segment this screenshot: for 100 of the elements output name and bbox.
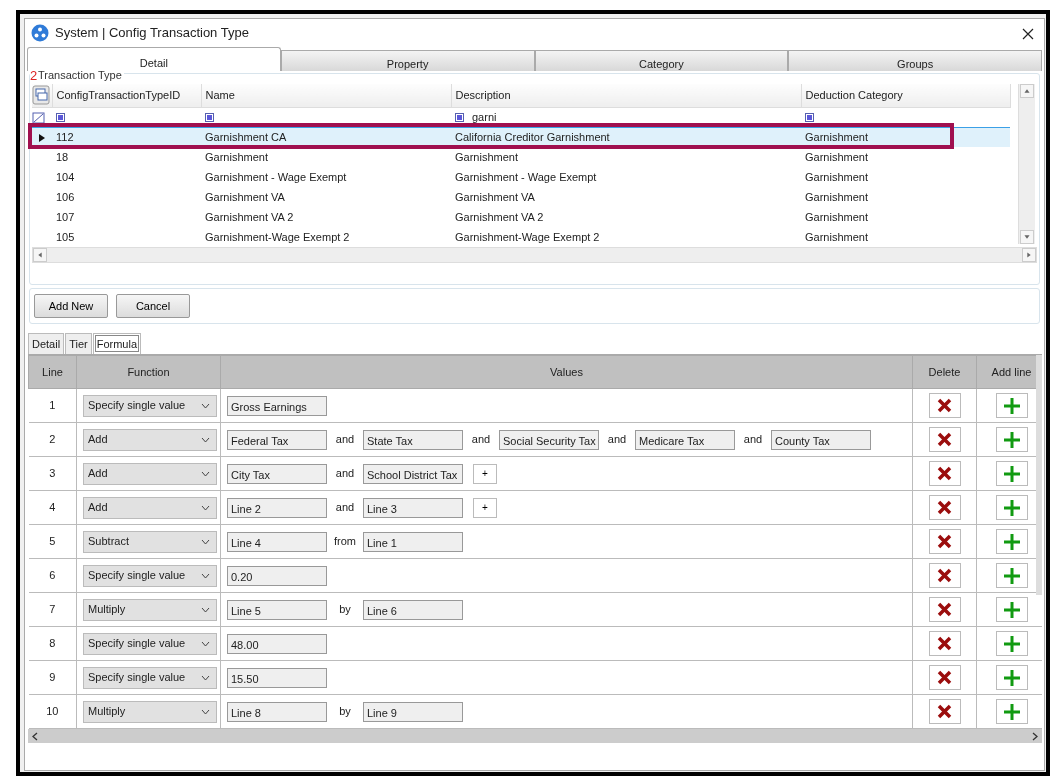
operator-text: and [334,500,356,516]
add-line-button[interactable] [995,529,1028,554]
add-line-button[interactable] [995,393,1028,418]
column-header[interactable]: Name [201,84,451,107]
table-row[interactable]: 104 Garnishment - Wage Exempt Garnishment - Wage Exempt Garnishment [32,167,1010,187]
delete-icon [937,466,952,481]
delete-button[interactable] [928,597,961,622]
delete-button[interactable] [928,529,961,554]
table-row[interactable]: 105 Garnishment-Wage Exempt 2 Garnishment-Wage Exempt 2 Garnishment [32,227,1010,247]
function-dropdown[interactable]: Specify single value [83,666,217,689]
table-row[interactable]: 107 Garnishment VA 2 Garnishment VA 2 Garnishment [32,207,1010,227]
add-line-button[interactable] [995,427,1028,452]
button[interactable]: Cancel [116,293,190,319]
value-field[interactable]: County Tax [771,429,871,450]
add-line-button[interactable] [995,665,1028,690]
value-field[interactable]: Line 3 [363,497,463,518]
scroll-down-icon[interactable] [1020,230,1034,244]
value-field[interactable]: Medicare Tax [635,429,735,450]
filter-icon[interactable] [805,113,814,123]
column-header[interactable]: Description [451,84,801,107]
tab[interactable]: Detail [27,47,281,71]
function-dropdown[interactable]: Add [83,496,217,519]
scroll-left-icon[interactable] [32,731,38,741]
function-dropdown[interactable]: Subtract [83,530,217,553]
chevron-down-icon [201,504,210,511]
add-value-button[interactable]: + [473,497,497,518]
value-field[interactable]: Gross Earnings [227,395,327,416]
button[interactable]: Add New [34,293,108,319]
function-dropdown[interactable]: Add [83,428,217,451]
filter-icon[interactable] [56,113,65,123]
value-field[interactable]: Line 8 [227,701,327,722]
table-row[interactable]: 18 Garnishment Garnishment Garnishment [32,147,1010,167]
tab[interactable]: Property [280,50,535,71]
delete-button[interactable] [928,393,961,418]
delete-icon [937,602,952,617]
column-chooser-icon[interactable] [32,85,50,106]
filter-icon[interactable] [205,113,214,123]
add-line-button[interactable] [995,631,1028,656]
function-dropdown[interactable]: Add [83,462,217,485]
add-line-button[interactable] [995,461,1028,486]
window-title: System | Config Transaction Type [55,24,249,43]
row-pointer-icon [38,133,46,144]
function-dropdown[interactable]: Multiply [83,598,217,621]
chevron-down-icon [201,572,210,579]
add-line-button[interactable] [995,699,1028,724]
column-header[interactable]: ConfigTransactionTypeID [52,84,201,107]
delete-button[interactable] [928,699,961,724]
function-dropdown[interactable]: Specify single value [83,564,217,587]
value-field[interactable]: Line 1 [363,531,463,552]
delete-button[interactable] [928,665,961,690]
value-field[interactable]: 0.20 [227,565,327,586]
value-field[interactable]: Line 6 [363,599,463,620]
function-dropdown[interactable]: Multiply [83,700,217,723]
chevron-down-icon [201,470,210,477]
delete-button[interactable] [928,427,961,452]
line-number: 1 [49,399,56,412]
delete-button[interactable] [928,495,961,520]
line-number: 5 [49,535,56,548]
table-row[interactable]: 106 Garnishment VA Garnishment VA Garnishment [32,187,1010,207]
add-line-button[interactable] [995,563,1028,588]
value-field[interactable]: Line 9 [363,701,463,722]
chevron-down-icon [201,674,210,681]
scroll-right-icon[interactable] [1032,731,1038,741]
value-field[interactable]: Line 5 [227,599,327,620]
value-field[interactable]: 15.50 [227,667,327,688]
function-dropdown[interactable]: Specify single value [83,394,217,417]
value-field[interactable]: 48.00 [227,633,327,654]
add-value-button[interactable]: + [473,463,497,484]
add-line-button[interactable] [995,495,1028,520]
table-row[interactable]: 112 Garnishment CA California Creditor Garnishment Garnishment [32,127,1010,147]
tab[interactable]: Tier [65,332,92,354]
filter-icon[interactable] [455,113,464,123]
tab[interactable]: Groups [788,50,1042,71]
value-field[interactable]: School District Tax [363,463,463,484]
delete-button[interactable] [928,631,961,656]
delete-button[interactable] [928,461,961,486]
filter-editor-icon[interactable] [32,111,46,124]
value-field[interactable]: City Tax [227,463,327,484]
close-icon [1022,28,1034,41]
delete-button[interactable] [928,563,961,588]
tab[interactable]: Category [534,50,789,71]
add-line-button[interactable] [995,597,1028,622]
value-field[interactable]: Line 2 [227,497,327,518]
scroll-up-icon[interactable] [1020,84,1034,98]
filter-field[interactable]: garni [472,110,497,123]
value-field[interactable]: Social Security Tax [499,429,599,450]
vertical-scrollbar[interactable] [1018,84,1035,244]
function-dropdown[interactable]: Specify single value [83,632,217,655]
horizontal-scrollbar[interactable] [28,729,1042,743]
operator-text: and [334,432,356,448]
table-cell: Garnishment VA 2 [205,210,294,223]
column-header[interactable]: Deduction Category [801,84,1010,107]
value-field[interactable]: Line 4 [227,531,327,552]
tab[interactable]: Detail [28,332,65,354]
tab[interactable]: Formula [92,332,141,354]
value-field[interactable]: Federal Tax [227,429,327,450]
operator-text: and [334,466,356,482]
value-field[interactable]: State Tax [363,429,463,450]
vertical-scrollbar[interactable] [1036,355,1042,595]
chevron-down-icon [201,538,210,545]
